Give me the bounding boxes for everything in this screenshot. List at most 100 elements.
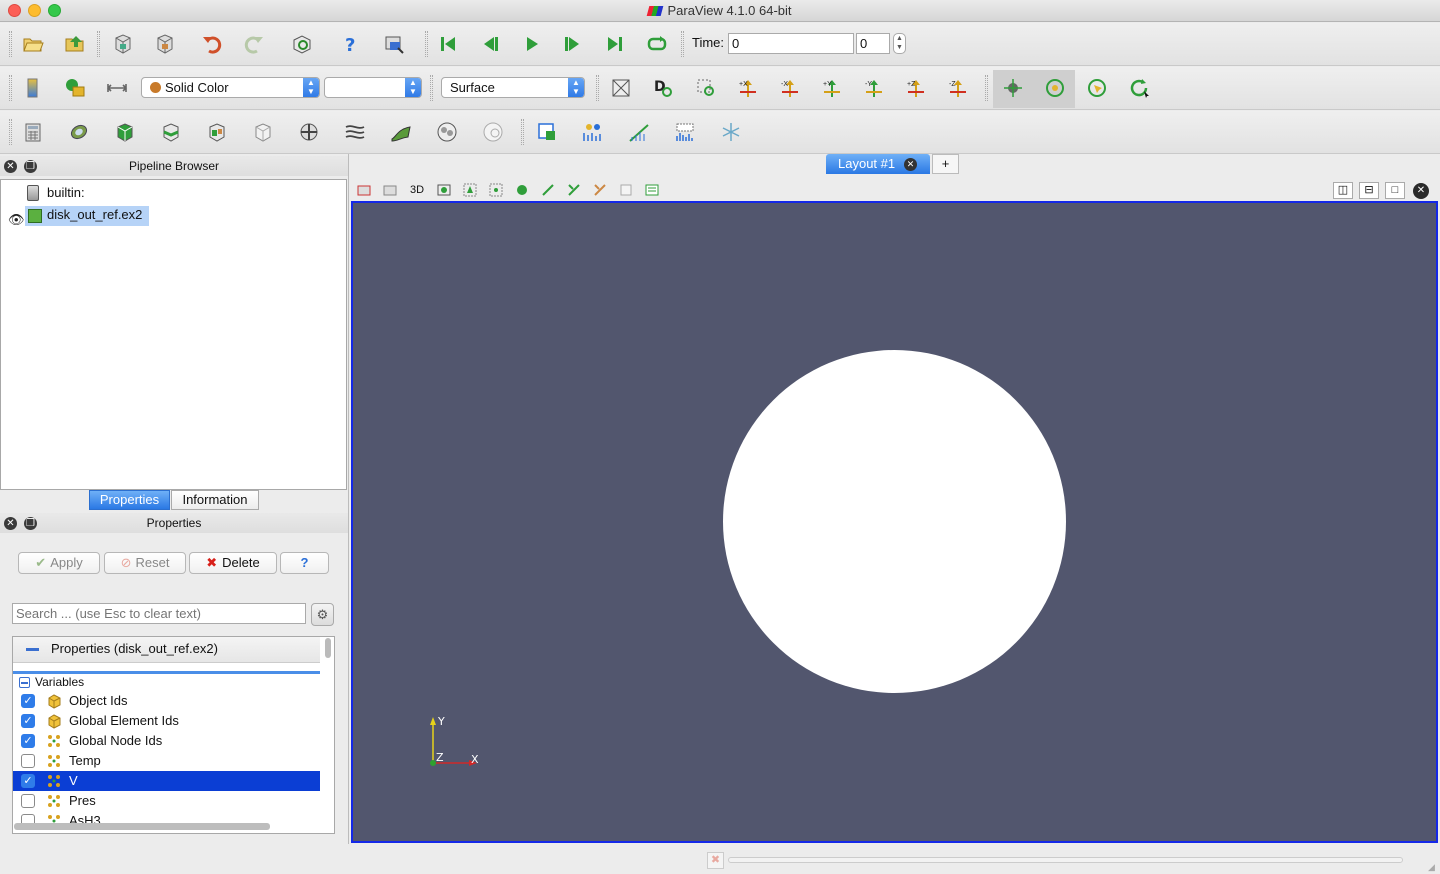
clip-icon[interactable] [112, 119, 138, 145]
plot-over-line-icon[interactable] [626, 119, 652, 145]
variable-row[interactable]: Temp [13, 751, 320, 771]
set-view-direction-plus-x-icon[interactable]: +X [735, 75, 761, 101]
tab-information[interactable]: Information [171, 490, 259, 510]
panel-splitter[interactable] [348, 154, 349, 844]
toolbar-grip[interactable] [681, 31, 684, 57]
variable-checkbox[interactable]: ✓ [21, 714, 35, 728]
zoom-to-box-icon[interactable] [693, 75, 719, 101]
next-frame-icon[interactable] [560, 31, 586, 57]
variable-checkbox[interactable] [21, 794, 35, 808]
select-cells-on-icon[interactable] [460, 181, 480, 199]
find-data-icon[interactable] [289, 31, 315, 57]
set-view-direction-minus-x-icon[interactable]: -X [777, 75, 803, 101]
close-view-icon[interactable]: ✕ [1413, 183, 1429, 199]
variable-row[interactable]: ✓ V [13, 771, 320, 791]
rescale-to-data-icon[interactable] [62, 75, 88, 101]
zoom-to-data-icon[interactable]: D [650, 75, 676, 101]
previous-frame-icon[interactable] [477, 31, 503, 57]
float-panel-icon[interactable]: ❐ [24, 160, 37, 173]
variable-row[interactable]: ✓ Global Node Ids [13, 731, 320, 751]
close-panel-icon[interactable]: ✕ [4, 160, 17, 173]
close-panel-icon[interactable]: ✕ [4, 517, 17, 530]
tri-state-checkbox[interactable] [19, 677, 30, 688]
contour-icon[interactable] [66, 119, 92, 145]
toolbar-grip[interactable] [985, 75, 988, 101]
variable-checkbox[interactable]: ✓ [21, 734, 35, 748]
maximize-view-icon[interactable]: □ [1385, 182, 1405, 199]
help-icon[interactable]: ? [338, 31, 364, 57]
variable-row[interactable]: ✓ Object Ids [13, 691, 320, 711]
plot-selection-over-time-icon[interactable] [580, 119, 606, 145]
set-view-direction-plus-z-icon[interactable]: +Z [903, 75, 929, 101]
glyph-icon[interactable] [296, 119, 322, 145]
split-horizontal-icon[interactable]: ◫ [1333, 182, 1353, 199]
camera-undo-icon[interactable] [380, 181, 400, 199]
toolbar-grip[interactable] [9, 31, 12, 57]
interactive-select-icon[interactable] [616, 181, 636, 199]
pick-center-icon[interactable] [1084, 75, 1110, 101]
python-calculator-icon[interactable] [718, 119, 744, 145]
properties-vertical-scrollbar[interactable] [325, 638, 331, 658]
select-points-polygon-icon[interactable] [590, 181, 610, 199]
extract-level-icon[interactable] [480, 119, 506, 145]
float-panel-icon[interactable]: ❐ [24, 517, 37, 530]
threshold-icon[interactable] [204, 119, 230, 145]
select-points-on-icon[interactable] [486, 181, 506, 199]
time-step-input[interactable]: 0 [856, 33, 890, 54]
undo-icon[interactable] [199, 31, 225, 57]
slice-icon[interactable] [158, 119, 184, 145]
last-frame-icon[interactable] [602, 31, 628, 57]
progress-abort-icon[interactable]: ✖ [707, 852, 724, 869]
reset-button[interactable]: ⊘ Reset [104, 552, 186, 574]
variable-row[interactable]: Pres [13, 791, 320, 811]
component-select[interactable]: ▲ ▼ [324, 77, 422, 98]
variable-row[interactable]: AsH3 [13, 811, 320, 823]
select-points-through-icon[interactable] [538, 181, 558, 199]
extract-subset-icon[interactable] [250, 119, 276, 145]
extract-selection-icon[interactable] [534, 119, 560, 145]
render-view[interactable]: Y X Z [351, 201, 1438, 843]
time-input[interactable]: 0 [728, 33, 854, 54]
toolbar-grip[interactable] [97, 31, 100, 57]
tab-properties[interactable]: Properties [89, 490, 170, 510]
properties-search-input[interactable] [12, 603, 306, 624]
delete-button[interactable]: ✖ Delete [189, 552, 277, 574]
toolbar-grip[interactable] [596, 75, 599, 101]
split-vertical-icon[interactable]: ⊟ [1359, 182, 1379, 199]
warp-by-vector-icon[interactable] [388, 119, 414, 145]
color-by-select[interactable]: Solid Color ▲ ▼ [141, 77, 320, 98]
group-datasets-icon[interactable] [434, 119, 460, 145]
add-layout-tab-button[interactable]: + [932, 154, 959, 174]
color-map-editor-icon[interactable] [20, 75, 46, 101]
camera-redo-icon[interactable] [434, 181, 454, 199]
representation-select[interactable]: Surface ▲ ▼ [441, 77, 585, 98]
loop-icon[interactable] [644, 31, 670, 57]
toolbar-grip[interactable] [521, 119, 524, 145]
time-step-spinner[interactable]: ▲ ▼ [893, 33, 906, 54]
pipeline-root-label[interactable]: builtin: [47, 185, 85, 200]
set-view-direction-minus-y-icon[interactable]: -Y [861, 75, 887, 101]
variable-checkbox[interactable]: ✓ [21, 694, 35, 708]
select-cells-polygon-icon[interactable] [564, 181, 584, 199]
tab-layout-1[interactable]: Layout #1 ✕ [826, 154, 930, 174]
toolbar-grip[interactable] [425, 31, 428, 57]
redo-icon[interactable] [241, 31, 267, 57]
first-frame-icon[interactable] [435, 31, 461, 57]
clear-selection-icon[interactable] [642, 181, 662, 199]
set-view-direction-plus-y-icon[interactable]: +Y [819, 75, 845, 101]
set-view-direction-minus-z-icon[interactable]: -Z [945, 75, 971, 101]
reset-camera-icon[interactable] [608, 75, 634, 101]
toolbar-grip[interactable] [9, 75, 12, 101]
variable-checkbox[interactable] [21, 814, 35, 823]
rotate-center-icon[interactable] [1126, 75, 1152, 101]
variable-checkbox[interactable]: ✓ [21, 774, 35, 788]
help-button[interactable]: ? [280, 552, 329, 574]
whats-this-icon[interactable] [381, 31, 407, 57]
advanced-settings-gear-icon[interactable]: ⚙ [311, 603, 334, 626]
close-tab-icon[interactable]: ✕ [904, 158, 917, 171]
save-state-icon[interactable] [110, 31, 136, 57]
calculator-icon[interactable] [20, 119, 46, 145]
load-state-icon[interactable] [152, 31, 178, 57]
toolbar-grip[interactable] [9, 119, 12, 145]
variable-row[interactable]: ✓ Global Element Ids [13, 711, 320, 731]
